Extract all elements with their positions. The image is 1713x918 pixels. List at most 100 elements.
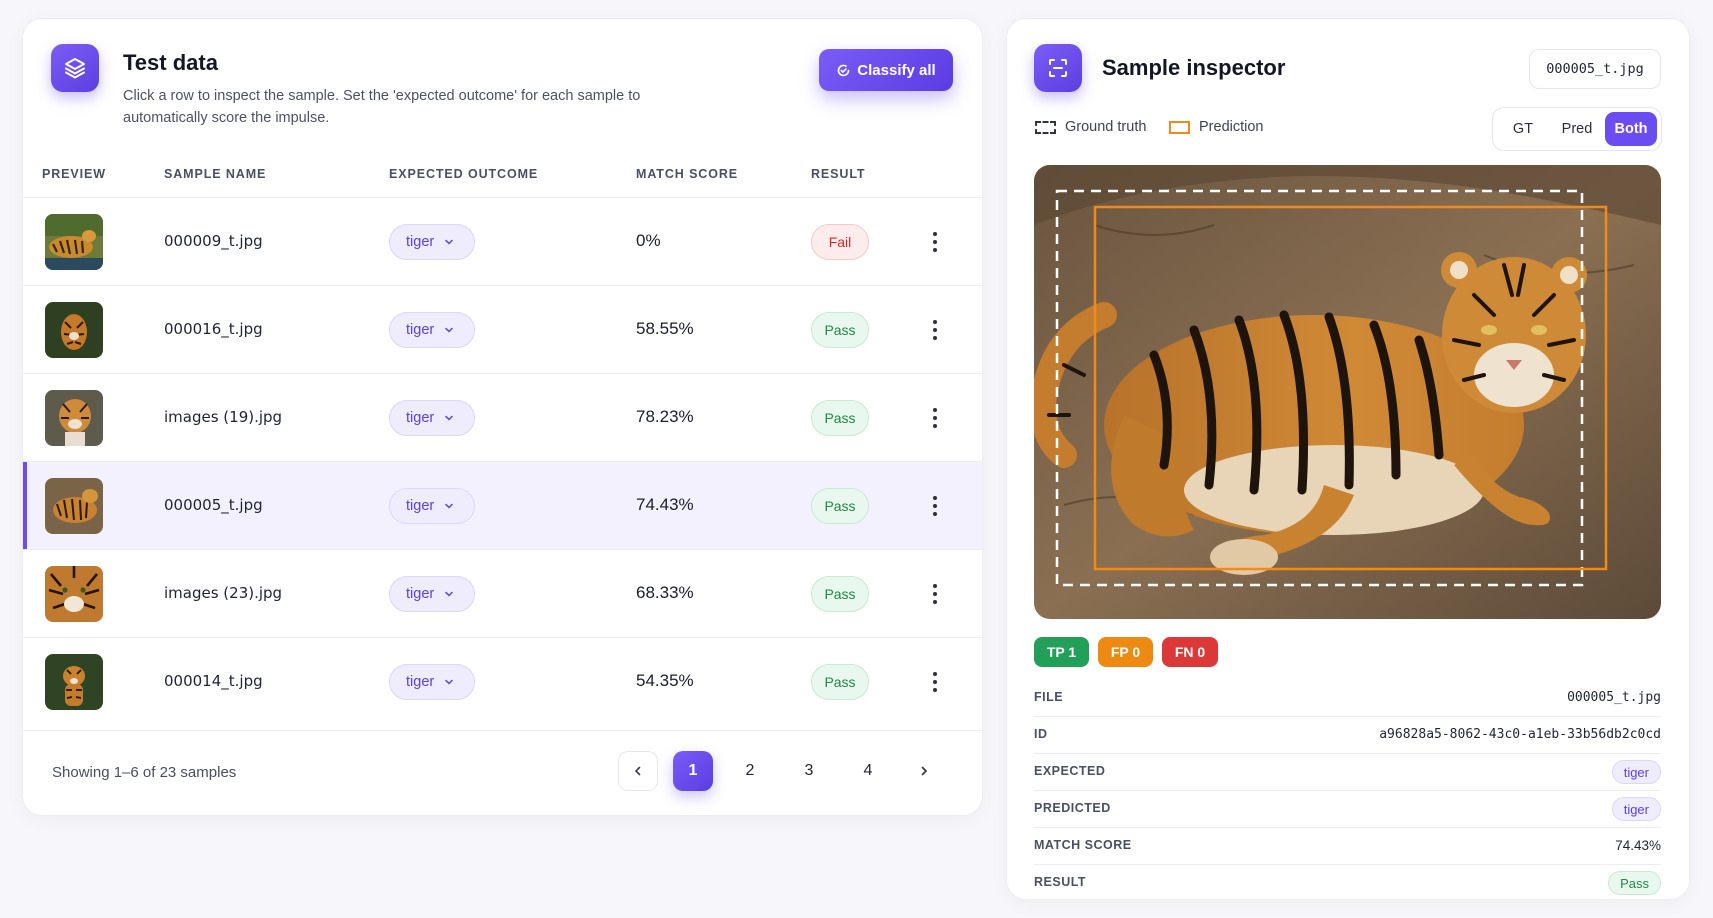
- result-badge: Pass: [811, 400, 869, 436]
- view-toggle: GT Pred Both: [1492, 107, 1662, 151]
- pagination-page-4[interactable]: 4: [848, 751, 888, 791]
- meta-result-pill: Pass: [1608, 871, 1661, 895]
- sample-inspector-panel: Sample inspector 000005_t.jpg Ground tru…: [1006, 18, 1690, 900]
- legend-prediction-label: Prediction: [1199, 119, 1264, 135]
- table-row[interactable]: images (19).jpg tiger 78.23% Pass: [23, 373, 982, 461]
- meta-row-expected: EXPECTED tiger: [1034, 754, 1661, 791]
- expected-outcome-value: tiger: [406, 674, 435, 690]
- row-menu-icon[interactable]: [927, 580, 943, 608]
- result-badge: Pass: [811, 312, 869, 348]
- result-badge: Pass: [811, 664, 869, 700]
- chevron-down-icon: [445, 503, 453, 509]
- meta-expected-pill: tiger: [1611, 760, 1661, 784]
- meta-row-match-score: MATCH SCORE 74.43%: [1034, 828, 1661, 865]
- meta-row-result: RESULT Pass: [1034, 865, 1661, 902]
- result-badge: Fail: [811, 224, 869, 260]
- table-row-selected[interactable]: 000005_t.jpg tiger 74.43% Pass: [23, 461, 982, 549]
- row-menu-icon[interactable]: [927, 228, 943, 256]
- legend-ground-truth-label: Ground truth: [1065, 119, 1147, 135]
- expected-outcome-value: tiger: [406, 410, 435, 426]
- table-footer-divider: [23, 730, 982, 731]
- expected-outcome-dropdown[interactable]: tiger: [389, 664, 475, 700]
- expected-outcome-dropdown[interactable]: tiger: [389, 400, 475, 436]
- match-score: 58.55%: [636, 319, 694, 338]
- row-menu-icon[interactable]: [927, 404, 943, 432]
- chevron-down-icon: [445, 591, 453, 597]
- sample-name: 000014_t.jpg: [164, 672, 263, 690]
- classify-all-label: Classify all: [857, 61, 936, 79]
- false-positive-chip: FP 0: [1098, 637, 1153, 667]
- table-row[interactable]: 000014_t.jpg tiger 54.35% Pass: [23, 637, 982, 725]
- column-header-result: RESULT: [811, 167, 866, 181]
- expected-outcome-dropdown[interactable]: tiger: [389, 576, 475, 612]
- sample-image: [1034, 165, 1661, 619]
- column-header-sample-name: SAMPLE NAME: [164, 167, 267, 181]
- scan-icon: [1034, 44, 1082, 92]
- meta-row-id: ID a96828a5-8062-43c0-a1eb-33b56db2c0cd: [1034, 717, 1661, 754]
- toggle-gt[interactable]: GT: [1497, 112, 1549, 146]
- meta-predicted-pill: tiger: [1611, 797, 1661, 821]
- column-header-match-score: MATCH SCORE: [636, 167, 739, 181]
- sample-thumbnail: [45, 654, 103, 710]
- result-badge: Pass: [811, 576, 869, 612]
- meta-score-value: 74.43%: [1615, 838, 1661, 853]
- file-name-chip: 000005_t.jpg: [1529, 49, 1661, 89]
- legend-prediction: Prediction: [1169, 119, 1263, 135]
- meta-key: EXPECTED: [1034, 764, 1106, 778]
- chevron-left-icon: [634, 766, 641, 776]
- expected-outcome-dropdown[interactable]: tiger: [389, 224, 475, 260]
- sample-thumbnail: [45, 478, 103, 534]
- match-score: 54.35%: [636, 671, 694, 690]
- true-positive-chip: TP 1: [1034, 637, 1089, 667]
- chevron-down-icon: [445, 679, 453, 685]
- panel-title: Sample inspector: [1102, 55, 1286, 80]
- match-score: 78.23%: [636, 407, 694, 426]
- row-menu-icon[interactable]: [927, 492, 943, 520]
- pagination-page-2[interactable]: 2: [730, 751, 770, 791]
- false-negative-chip: FN 0: [1162, 637, 1218, 667]
- chevron-down-icon: [445, 327, 453, 333]
- row-menu-icon[interactable]: [927, 316, 943, 344]
- column-header-preview: PREVIEW: [42, 167, 106, 181]
- table-row[interactable]: 000009_t.jpg tiger 0% Fail: [23, 197, 982, 285]
- pagination-page-3[interactable]: 3: [789, 751, 829, 791]
- row-menu-icon[interactable]: [927, 668, 943, 696]
- refresh-check-icon: [837, 64, 850, 76]
- sample-name: images (23).jpg: [164, 584, 283, 602]
- match-score: 0%: [636, 231, 661, 250]
- pagination-next-button[interactable]: [904, 751, 944, 791]
- match-score: 74.43%: [636, 495, 694, 514]
- expected-outcome-value: tiger: [406, 586, 435, 602]
- column-header-expected-outcome: EXPECTED OUTCOME: [389, 167, 539, 181]
- sample-name: 000005_t.jpg: [164, 496, 263, 514]
- expected-outcome-value: tiger: [406, 498, 435, 514]
- pagination-page-1[interactable]: 1: [673, 751, 713, 791]
- panel-title: Test data: [123, 50, 218, 75]
- meta-row-file: FILE 000005_t.jpg: [1034, 680, 1661, 717]
- legend-ground-truth: Ground truth: [1035, 119, 1146, 135]
- meta-id-value: a96828a5-8062-43c0-a1eb-33b56db2c0cd: [1379, 727, 1661, 742]
- expected-outcome-value: tiger: [406, 234, 435, 250]
- sample-name: 000016_t.jpg: [164, 320, 263, 338]
- classify-all-button[interactable]: Classify all: [819, 49, 953, 91]
- test-data-panel: Test data Click a row to inspect the sam…: [22, 18, 983, 816]
- meta-key: ID: [1034, 727, 1048, 741]
- meta-row-predicted: PREDICTED tiger: [1034, 791, 1661, 828]
- expected-outcome-dropdown[interactable]: tiger: [389, 488, 475, 524]
- table-row[interactable]: 000016_t.jpg tiger 58.55% Pass: [23, 285, 982, 373]
- solid-box-icon: [1169, 120, 1190, 134]
- sample-thumbnail: [45, 390, 103, 446]
- expected-outcome-dropdown[interactable]: tiger: [389, 312, 475, 348]
- panel-subtitle: Click a row to inspect the sample. Set t…: [123, 88, 641, 126]
- chevron-down-icon: [445, 239, 453, 245]
- pagination-prev-button[interactable]: [618, 751, 658, 791]
- meta-key: RESULT: [1034, 875, 1087, 889]
- toggle-both[interactable]: Both: [1605, 112, 1657, 146]
- table-row[interactable]: images (23).jpg tiger 68.33% Pass: [23, 549, 982, 637]
- chevron-down-icon: [445, 415, 453, 421]
- dashed-box-icon: [1035, 120, 1056, 134]
- toggle-pred[interactable]: Pred: [1551, 112, 1603, 146]
- result-badge: Pass: [811, 488, 869, 524]
- layers-icon: [51, 44, 99, 92]
- sample-thumbnail: [45, 214, 103, 270]
